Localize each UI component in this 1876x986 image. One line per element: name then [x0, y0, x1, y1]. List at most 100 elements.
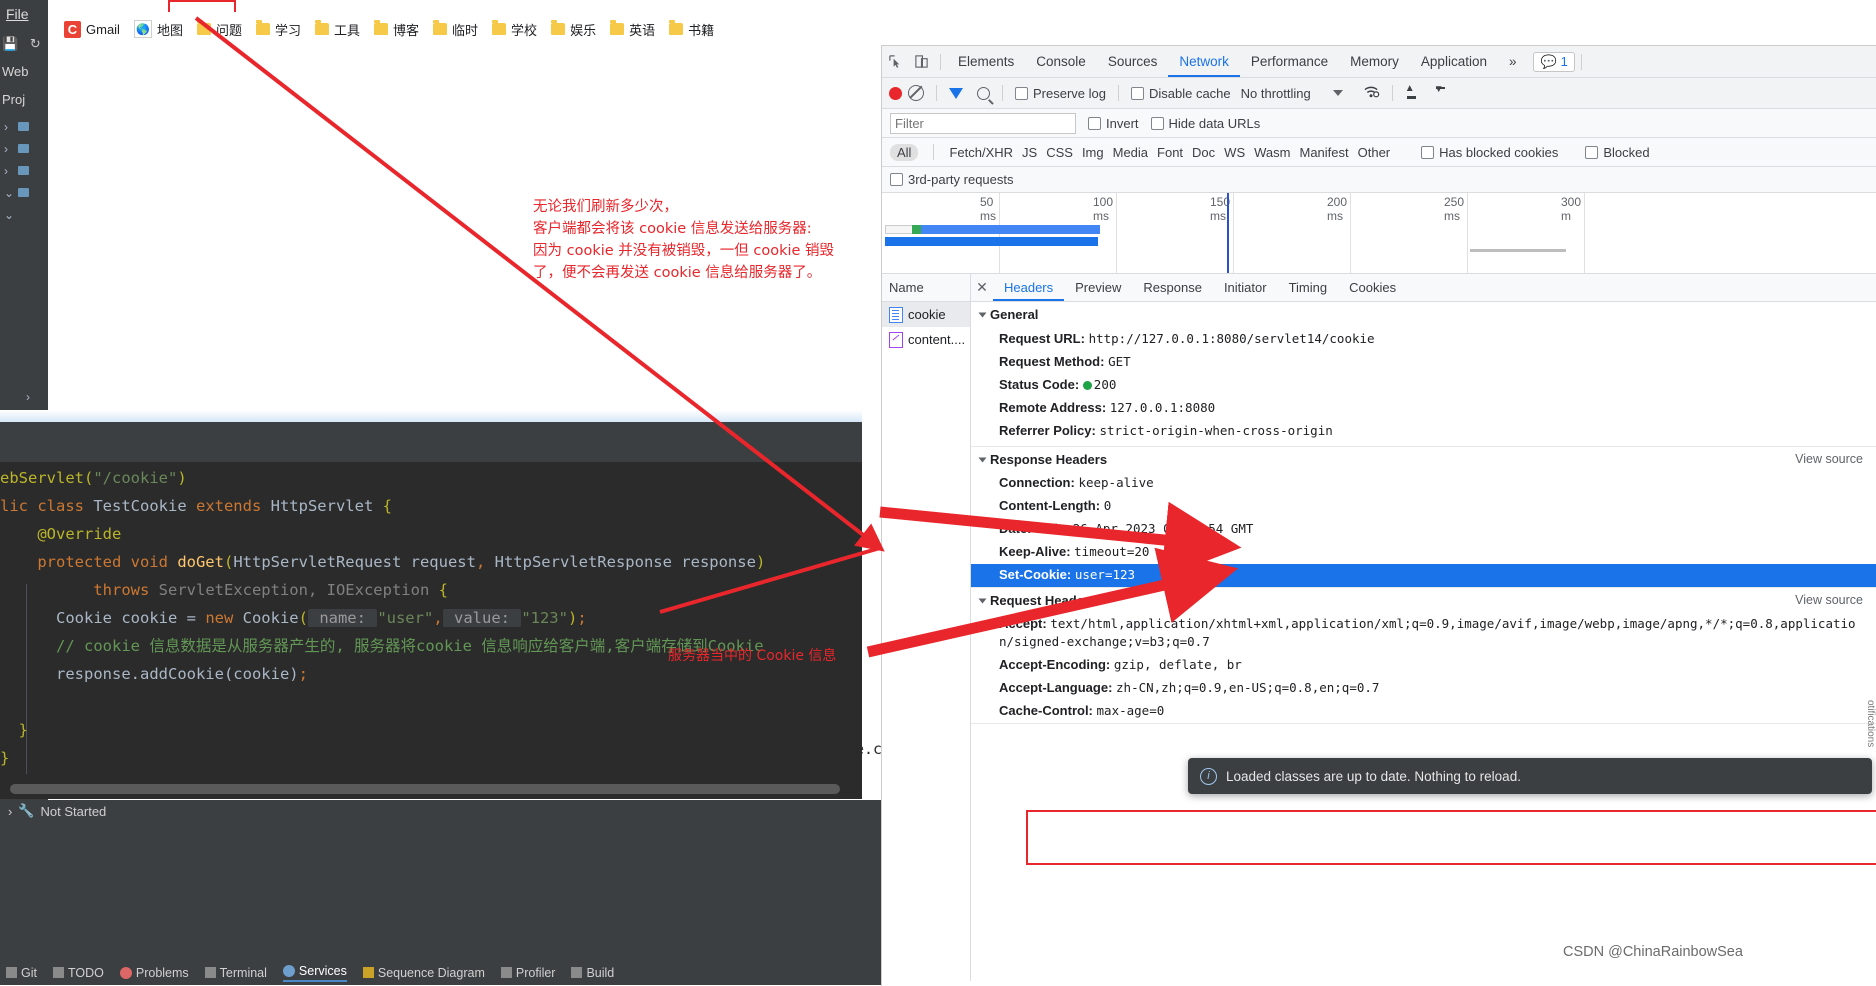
filter-type-doc[interactable]: Doc	[1192, 145, 1215, 160]
filter-type-img[interactable]: Img	[1082, 145, 1104, 160]
request-row-cookie[interactable]: cookie	[882, 302, 970, 327]
bookmark-folder-gongju[interactable]: 工具	[309, 18, 366, 41]
project-tree-row[interactable]: ⌄	[4, 186, 29, 200]
filter-type-font[interactable]: Font	[1157, 145, 1183, 160]
checkbox-icon[interactable]	[1015, 86, 1028, 100]
project-tree-row[interactable]: ›	[4, 120, 29, 134]
inspect-element-icon[interactable]	[882, 50, 908, 74]
bookmark-folder-boke[interactable]: 博客	[368, 18, 425, 41]
bookmark-map[interactable]: 🌎 地图	[128, 18, 189, 41]
toolwindow-build[interactable]: Build	[571, 966, 614, 980]
has-blocked-cookies-checkbox[interactable]: Has blocked cookies	[1421, 145, 1558, 160]
ide-side-label-proj[interactable]: Proj	[2, 92, 25, 107]
notification-toast[interactable]: i Loaded classes are up to date. Nothing…	[1188, 758, 1872, 794]
toolwindow-profiler[interactable]: Profiler	[500, 966, 555, 980]
code-editor-panel[interactable]: ebServlet("/cookie") lic class TestCookie…	[0, 422, 862, 799]
bookmark-folder-linshi[interactable]: 临时	[427, 18, 484, 41]
project-tree-row[interactable]: ›	[4, 142, 29, 156]
header-row-set-cookie[interactable]: Set-Cookie: user=123	[971, 563, 1876, 587]
project-tree-row[interactable]: ›	[4, 164, 29, 178]
bookmark-folder-wenti[interactable]: 问题	[191, 18, 248, 41]
filter-type-other[interactable]: Other	[1358, 145, 1391, 160]
chevron-right-icon[interactable]: ›	[4, 164, 16, 178]
checkbox-icon[interactable]	[1130, 86, 1144, 100]
view-source-link[interactable]: View source	[1795, 593, 1863, 607]
filter-icon[interactable]	[949, 87, 963, 99]
checkbox-icon[interactable]	[1585, 145, 1599, 159]
filter-type-manifest[interactable]: Manifest	[1299, 145, 1348, 160]
toolwindow-todo[interactable]: TODO	[52, 966, 104, 980]
detail-tab-response[interactable]: Response	[1132, 274, 1213, 301]
chevron-right-icon[interactable]: ›	[4, 142, 16, 156]
chevron-down-icon[interactable]	[1332, 90, 1343, 96]
bookmark-folder-yingyu[interactable]: 英语	[604, 18, 661, 41]
name-column-header[interactable]: Name	[882, 274, 970, 302]
third-party-checkbox[interactable]: 3rd-party requests	[890, 172, 1014, 187]
tab-sources[interactable]: Sources	[1097, 46, 1169, 77]
group-title-row[interactable]: General	[971, 302, 1876, 327]
ide-toolbar-icons[interactable]: 💾 ↻	[2, 36, 46, 56]
chevron-down-icon[interactable]	[978, 312, 987, 318]
filter-type-css[interactable]: CSS	[1046, 145, 1073, 160]
tab-overflow-icon[interactable]: »	[1498, 46, 1528, 77]
toolwindow-services[interactable]: Services	[282, 964, 347, 982]
bookmark-folder-yule[interactable]: 娱乐	[545, 18, 602, 41]
clear-icon[interactable]	[908, 85, 924, 101]
tab-elements[interactable]: Elements	[947, 46, 1025, 77]
checkbox-icon[interactable]	[1421, 145, 1435, 159]
project-tree-row[interactable]: ⌄	[4, 208, 16, 222]
chevron-right-icon[interactable]: ›	[4, 120, 16, 134]
device-toolbar-icon[interactable]	[908, 50, 934, 74]
blocked-requests-checkbox[interactable]: Blocked	[1585, 145, 1650, 160]
close-icon[interactable]: ✕	[971, 274, 993, 301]
filter-type-fetch-xhr[interactable]: Fetch/XHR	[949, 145, 1013, 160]
ide-side-label-web[interactable]: Web	[2, 64, 29, 79]
checkbox-icon[interactable]	[890, 173, 903, 186]
export-har-icon[interactable]	[1434, 84, 1447, 100]
notifications-side-label[interactable]: otifications	[1862, 700, 1876, 747]
filter-type-js[interactable]: JS	[1022, 145, 1037, 160]
detail-tab-preview[interactable]: Preview	[1064, 274, 1132, 301]
detail-tab-initiator[interactable]: Initiator	[1213, 274, 1278, 301]
filter-input[interactable]	[890, 112, 1076, 134]
editor-horizontal-scrollbar[interactable]	[10, 784, 840, 794]
filter-type-media[interactable]: Media	[1113, 145, 1148, 160]
chevron-down-icon[interactable]	[978, 598, 987, 603]
record-icon[interactable]	[889, 86, 902, 100]
message-count-badge[interactable]: 💬 1	[1533, 51, 1575, 72]
checkbox-icon[interactable]	[1150, 116, 1164, 130]
filter-type-wasm[interactable]: Wasm	[1254, 145, 1290, 160]
search-icon[interactable]	[977, 86, 990, 100]
chevron-down-icon[interactable]: ⌄	[4, 208, 16, 222]
bookmark-gmail[interactable]: C Gmail	[58, 19, 126, 40]
ide-file-menu[interactable]: File	[6, 6, 29, 22]
checkbox-icon[interactable]	[1088, 116, 1101, 130]
import-har-icon[interactable]	[1405, 83, 1418, 100]
filter-type-all[interactable]: All	[890, 143, 919, 161]
tab-console[interactable]: Console	[1025, 46, 1097, 77]
toolwindow-git[interactable]: Git	[6, 966, 37, 980]
preserve-log-checkbox[interactable]: Preserve log	[1015, 86, 1106, 101]
throttling-select[interactable]: No throttling	[1241, 86, 1311, 101]
toolwindow-terminal[interactable]: Terminal	[204, 966, 267, 980]
invert-checkbox[interactable]: Invert	[1088, 116, 1139, 131]
bookmark-folder-xuexiao[interactable]: 学校	[486, 18, 543, 41]
detail-tab-timing[interactable]: Timing	[1278, 274, 1339, 301]
chevron-right-icon[interactable]: ›	[8, 804, 12, 819]
refresh-icon[interactable]: ↻	[30, 36, 41, 51]
disable-cache-checkbox[interactable]: Disable cache	[1130, 86, 1231, 101]
filter-type-ws[interactable]: WS	[1224, 145, 1245, 160]
request-row-content[interactable]: content....	[882, 327, 970, 352]
detail-tab-cookies[interactable]: Cookies	[1338, 274, 1407, 301]
tab-performance[interactable]: Performance	[1240, 46, 1339, 77]
hide-data-urls-checkbox[interactable]: Hide data URLs	[1150, 116, 1260, 131]
code-content[interactable]: ebServlet("/cookie") lic class TestCookie…	[0, 464, 862, 772]
detail-tab-headers[interactable]: Headers	[993, 274, 1065, 301]
expand-panel-icon[interactable]: ›	[26, 390, 38, 404]
toolwindow-problems[interactable]: Problems	[119, 966, 189, 980]
tab-application[interactable]: Application	[1410, 46, 1498, 77]
bookmark-folder-xuexi[interactable]: 学习	[250, 18, 307, 41]
tab-memory[interactable]: Memory	[1339, 46, 1410, 77]
view-source-link[interactable]: View source	[1795, 452, 1863, 466]
bookmark-folder-shuji[interactable]: 书籍	[663, 18, 720, 41]
